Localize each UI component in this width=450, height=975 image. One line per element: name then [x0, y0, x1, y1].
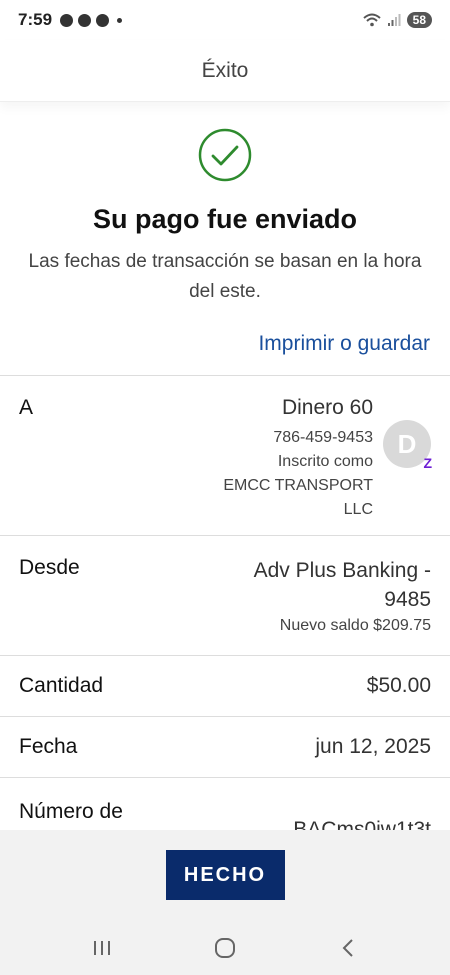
- more-notifications-dot: [117, 17, 123, 23]
- system-nav-bar: [0, 920, 450, 975]
- recipient-phone: 786-459-9453: [273, 429, 373, 446]
- date-value: jun 12, 2025: [315, 735, 431, 758]
- print-or-save-link[interactable]: Imprimir o guardar: [258, 332, 430, 356]
- number-label: Número de: [19, 800, 123, 823]
- date-label: Fecha: [19, 735, 78, 758]
- recents-icon[interactable]: [82, 933, 122, 963]
- recipient-enrolled-name: EMCC TRANSPORT: [223, 477, 373, 494]
- amount-label: Cantidad: [19, 674, 104, 697]
- recipient-info: Dinero 60 786-459-9453 Inscrito como EMC…: [173, 396, 432, 535]
- battery-indicator: 58: [406, 12, 432, 28]
- notification-icons: [60, 13, 123, 27]
- recipient-enrolled-name-cont: LLC: [343, 501, 373, 518]
- status-bar: 7:59 58: [0, 0, 450, 40]
- recipient-name: Dinero 60: [281, 396, 373, 419]
- date-row: Fecha jun 12, 2025: [0, 716, 450, 777]
- recipient-row: A Dinero 60 786-459-9453 Inscrito como E…: [0, 375, 450, 535]
- from-account-number: 9485: [384, 588, 431, 611]
- message-icon: [60, 13, 74, 27]
- recipient-label: A: [19, 396, 34, 419]
- recipient-avatar: D Z: [383, 420, 432, 471]
- page-title: Éxito: [201, 58, 249, 82]
- bottom-action-area: HECHO: [0, 830, 450, 920]
- amount-value: $50.00: [366, 674, 431, 697]
- amount-row: Cantidad $50.00: [0, 655, 450, 716]
- success-subtitle: Las fechas de transacción se basan en la…: [28, 251, 422, 302]
- wifi-icon: [362, 13, 381, 27]
- success-block: Su pago fue enviado Las fechas de transa…: [0, 128, 450, 307]
- from-label: Desde: [19, 556, 80, 579]
- number-value: BACms0iw1t3t: [293, 818, 431, 830]
- recipient-enrolled-label: Inscrito como: [277, 453, 373, 470]
- signal-icon: [387, 14, 401, 26]
- number-row: Número de BACms0iw1t3t: [0, 777, 450, 830]
- facebook-icon: [96, 13, 110, 27]
- from-row: Desde Adv Plus Banking - 9485 Nuevo sald…: [0, 535, 450, 655]
- status-time: 7:59: [18, 10, 53, 29]
- new-balance: Nuevo saldo $209.75: [279, 617, 431, 634]
- check-circle-icon: [198, 128, 252, 182]
- transaction-details: A Dinero 60 786-459-9453 Inscrito como E…: [0, 375, 450, 830]
- system-icons: 58: [362, 12, 432, 28]
- back-icon[interactable]: [328, 933, 368, 963]
- from-account: Adv Plus Banking -: [253, 559, 431, 582]
- messenger-icon: [78, 13, 92, 27]
- zelle-icon: Z: [423, 455, 432, 471]
- header: Éxito: [0, 40, 450, 102]
- done-button[interactable]: HECHO: [165, 850, 285, 900]
- from-info: Adv Plus Banking - 9485 Nuevo saldo $209…: [201, 556, 431, 655]
- home-icon[interactable]: [205, 933, 245, 963]
- success-title: Su pago fue enviado: [92, 204, 358, 234]
